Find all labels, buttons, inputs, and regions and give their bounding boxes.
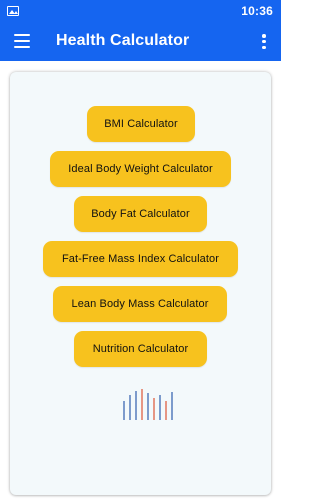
overflow-menu-icon[interactable]	[261, 34, 267, 50]
status-bar: 10:36	[0, 0, 281, 22]
menu-icon[interactable]	[14, 34, 30, 48]
fat-free-mass-index-calculator-button[interactable]: Fat-Free Mass Index Calculator	[43, 241, 238, 277]
body-fat-calculator-button[interactable]: Body Fat Calculator	[74, 196, 207, 232]
calculator-card: BMI Calculator Ideal Body Weight Calcula…	[10, 72, 271, 495]
gallery-icon	[7, 6, 19, 16]
status-time: 10:36	[241, 4, 273, 18]
ideal-body-weight-calculator-button[interactable]: Ideal Body Weight Calculator	[50, 151, 231, 187]
app-bar: Health Calculator	[0, 22, 281, 61]
lean-body-mass-calculator-button[interactable]: Lean Body Mass Calculator	[53, 286, 227, 322]
nutrition-calculator-button[interactable]: Nutrition Calculator	[74, 331, 207, 367]
app-title: Health Calculator	[56, 32, 190, 49]
bmi-calculator-button[interactable]: BMI Calculator	[87, 106, 195, 142]
bar-lines-logo-icon	[123, 389, 173, 420]
